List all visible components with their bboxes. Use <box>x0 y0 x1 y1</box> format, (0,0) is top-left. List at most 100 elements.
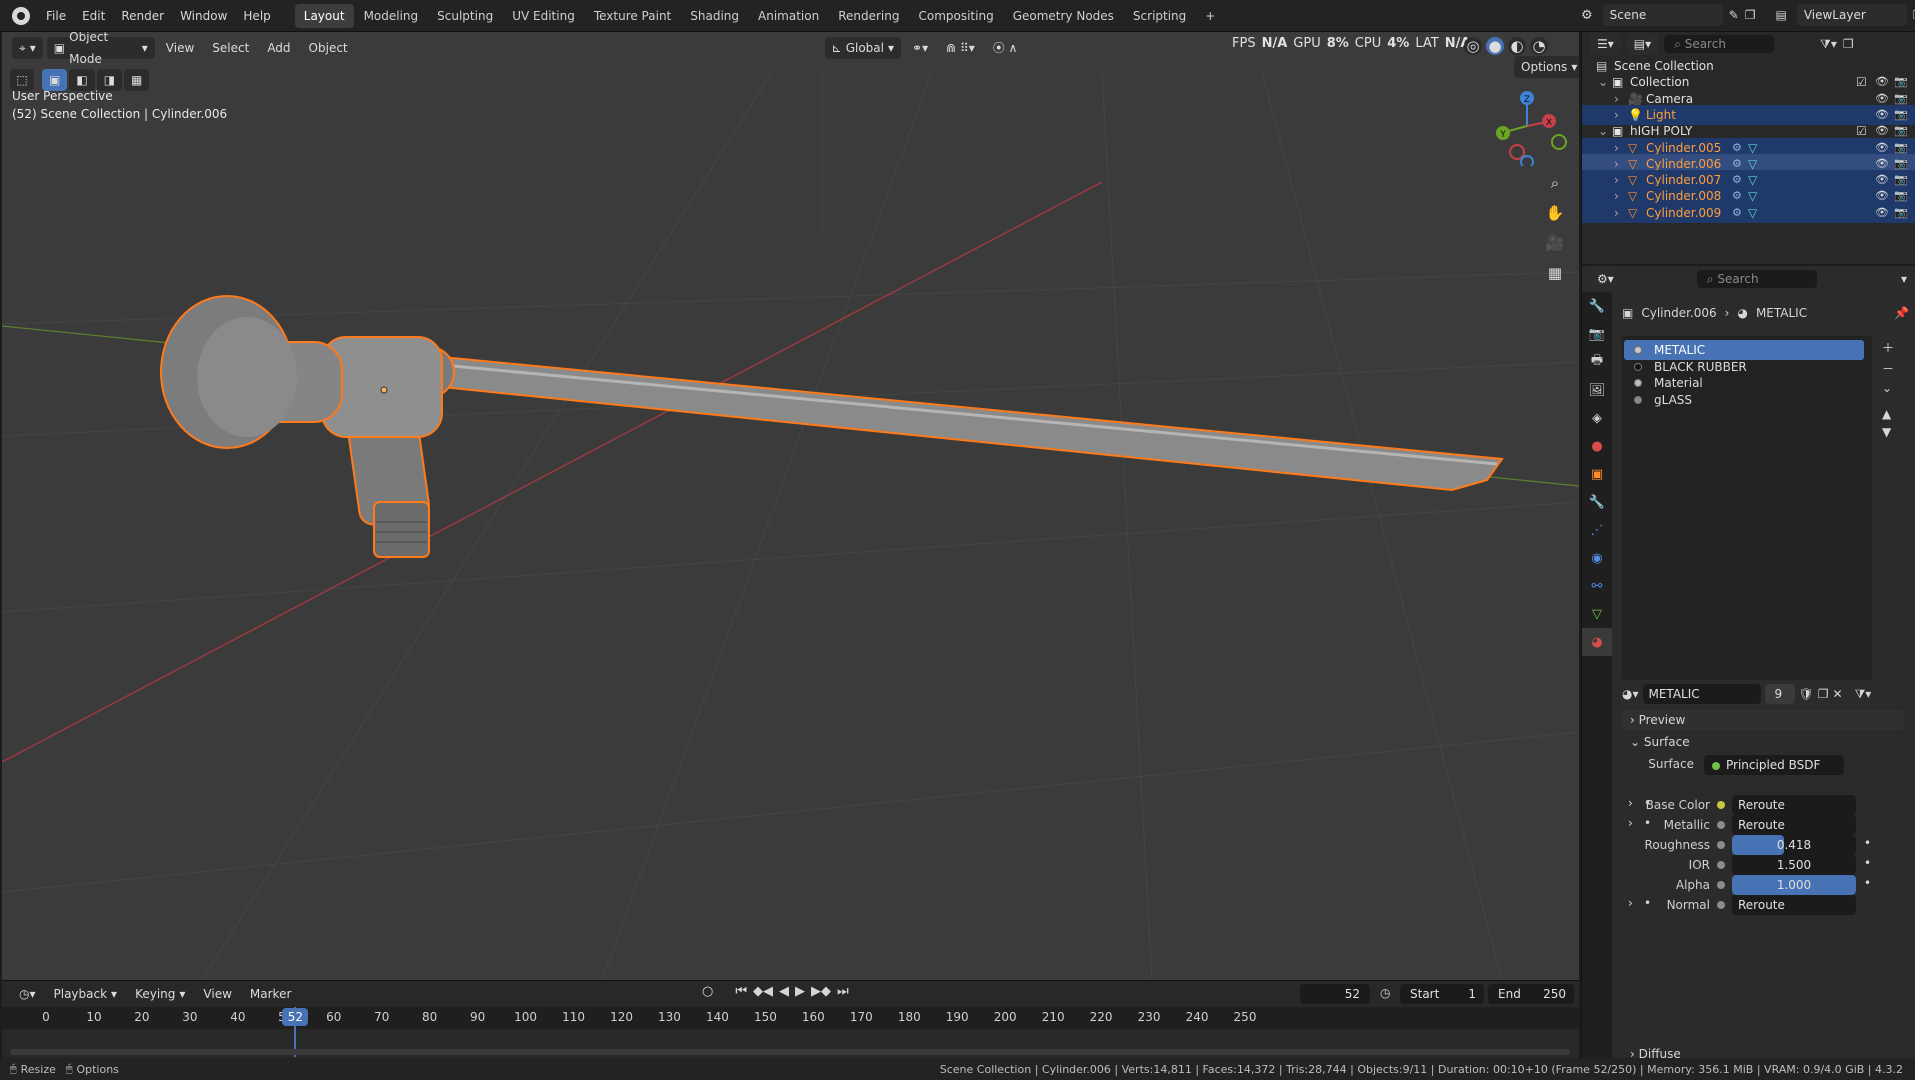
timeline-editor-icon[interactable]: ◷▾ <box>12 983 43 1005</box>
jump-keyframe-back-icon[interactable]: ◆◀ <box>753 984 773 999</box>
rendered-shading-icon[interactable]: ◔ <box>1530 37 1548 55</box>
camera-view-icon[interactable]: 🎥 <box>1542 230 1568 256</box>
timeline-ruler[interactable]: 0102030405060708090100110120130140150160… <box>2 1007 1579 1057</box>
remove-slot-icon[interactable]: － <box>1882 360 1894 377</box>
tab-uv-editing[interactable]: UV Editing <box>503 4 584 28</box>
modifier-tab-icon[interactable]: 🔧 <box>1582 488 1612 516</box>
material-name-field[interactable]: METALIC <box>1642 684 1761 704</box>
keyframe-dot-icon[interactable]: • <box>1864 856 1871 870</box>
3d-viewport[interactable]: ⌖ ▾ ▣ Object Mode ▾ View Select Add Object ⊾ Gl… <box>2 32 1579 980</box>
physics-tab-icon[interactable]: ◉ <box>1582 544 1612 572</box>
outliner-row[interactable]: › ▽ Cylinder.009 👁 📷 ⚙ ▽ <box>1582 202 1915 223</box>
data-tab-icon[interactable]: ▽ <box>1582 600 1612 628</box>
playhead-frame-badge[interactable]: 52 <box>282 1008 309 1026</box>
socket-icon[interactable] <box>1717 841 1725 849</box>
mode-selector[interactable]: ▣ Object Mode ▾ <box>46 32 155 66</box>
input-value-field[interactable]: Reroute <box>1732 795 1856 815</box>
constraints-tab-icon[interactable]: ⚯ <box>1582 572 1612 600</box>
outliner-editor-icon[interactable]: ☰▾ <box>1590 33 1621 55</box>
tab-animation[interactable]: Animation <box>749 4 828 28</box>
surface-panel-header[interactable]: ⌄ Surface <box>1622 732 1904 752</box>
tab-modeling[interactable]: Modeling <box>355 4 428 28</box>
surface-shader-field[interactable]: Principled BSDF <box>1704 755 1844 775</box>
material-tab-icon[interactable]: ◕ <box>1582 628 1612 656</box>
socket-icon[interactable] <box>1717 881 1725 889</box>
tool-tab-icon[interactable]: 🔧 <box>1582 292 1612 320</box>
scene-tab-icon[interactable]: ◈ <box>1582 404 1612 432</box>
new-collection-icon[interactable]: ❐ <box>1843 37 1854 51</box>
jump-start-icon[interactable]: ⏮ <box>735 984 747 999</box>
input-value-field[interactable]: Reroute <box>1732 815 1856 835</box>
jump-keyframe-forward-icon[interactable]: ▶◆ <box>811 984 831 999</box>
timeline-menu-marker[interactable]: Marker <box>243 983 298 1005</box>
select-new-icon[interactable]: ▣ <box>42 69 68 91</box>
play-icon[interactable]: ▶ <box>795 984 805 999</box>
material-filter-icon[interactable]: ⧩▾ <box>1855 687 1872 702</box>
tab-rendering[interactable]: Rendering <box>829 4 908 28</box>
duplicate-material-icon[interactable]: ❐ <box>1818 687 1829 701</box>
auto-keying-icon[interactable]: ○ <box>702 984 713 999</box>
input-value-field[interactable]: 1.000 <box>1732 875 1856 895</box>
editor-type-button[interactable]: ⌖ ▾ <box>12 37 43 59</box>
scene-icon[interactable]: ⚙ <box>1581 8 1593 23</box>
render-camera-icon[interactable]: 📷 <box>1894 203 1908 223</box>
preview-panel-header[interactable]: › Preview <box>1622 710 1904 730</box>
wireframe-shading-icon[interactable]: ◎ <box>1464 37 1482 55</box>
socket-icon[interactable] <box>1717 861 1725 869</box>
menu-render[interactable]: Render <box>113 0 172 32</box>
material-shading-icon[interactable]: ◐ <box>1508 37 1526 55</box>
expand-arrow-icon[interactable]: › <box>1614 203 1619 223</box>
menu-file[interactable]: File <box>38 0 74 32</box>
ortho-grid-icon[interactable]: ▦ <box>1542 260 1568 286</box>
properties-editor-icon[interactable]: ⚙▾ <box>1590 268 1621 290</box>
input-value-field[interactable]: 1.500 <box>1732 855 1856 875</box>
end-frame-field[interactable]: End 250 <box>1488 984 1574 1004</box>
fake-user-icon[interactable]: 🛡 <box>1799 687 1814 701</box>
proportional-edit-icon[interactable]: ⦿ ∧ <box>986 37 1025 59</box>
material-slot[interactable]: gLASS <box>1624 390 1864 410</box>
select-extend-icon[interactable]: ◧ <box>69 69 95 91</box>
particles-tab-icon[interactable]: ⋰ <box>1582 516 1612 544</box>
render-tab-icon[interactable]: 📷 <box>1582 320 1612 348</box>
jump-end-icon[interactable]: ⏭ <box>837 984 849 999</box>
tab-compositing[interactable]: Compositing <box>909 4 1002 28</box>
filter-icon[interactable]: ⧩▾ <box>1820 37 1837 52</box>
preview-range-icon[interactable]: ◷ <box>1380 986 1390 1000</box>
pin-icon[interactable]: 📌 <box>1894 306 1909 320</box>
pan-hand-icon[interactable]: ✋ <box>1542 200 1568 226</box>
viewport-menu-object[interactable]: Object <box>302 37 355 59</box>
select-subtract-icon[interactable]: ◨ <box>96 69 123 91</box>
tab-shading[interactable]: Shading <box>681 4 748 28</box>
start-frame-field[interactable]: Start 1 <box>1400 984 1484 1004</box>
add-slot-icon[interactable]: ＋ <box>1882 339 1894 356</box>
transform-orientation-selector[interactable]: ⊾ Global ▾ <box>824 37 902 59</box>
viewport-menu-add[interactable]: Add <box>260 37 297 59</box>
input-value-field[interactable]: 0.418 <box>1732 835 1856 855</box>
scene-selector[interactable]: Scene <box>1602 4 1723 26</box>
socket-icon[interactable] <box>1717 801 1725 809</box>
snap-icon[interactable]: ⋒ ⠿▾ <box>939 37 982 59</box>
pivot-icon[interactable]: ⚭▾ <box>905 37 935 59</box>
world-tab-icon[interactable]: ● <box>1582 432 1612 460</box>
add-workspace-button[interactable]: + <box>1196 4 1224 28</box>
socket-icon[interactable] <box>1717 901 1725 909</box>
pin-icon[interactable]: ✎ <box>1729 8 1739 22</box>
timeline-menu-view[interactable]: View <box>196 983 238 1005</box>
view-layer-icon[interactable]: ▤ <box>1775 8 1786 22</box>
timeline-menu-playback[interactable]: Playback ▾ <box>47 983 125 1005</box>
slot-specials-icon[interactable]: ⌄ <box>1882 381 1894 395</box>
input-value-field[interactable]: Reroute <box>1732 895 1856 915</box>
solid-shading-icon[interactable]: ● <box>1486 37 1504 55</box>
mesh-data-icon[interactable]: ▽ <box>1748 203 1757 223</box>
tab-texture-paint[interactable]: Texture Paint <box>585 4 680 28</box>
move-down-icon[interactable]: ▼ <box>1882 425 1894 439</box>
properties-search-input[interactable]: ⌕ Search <box>1696 270 1817 288</box>
new-scene-icon[interactable]: ❐ <box>1745 8 1756 22</box>
select-invert-icon[interactable]: ▦ <box>124 69 150 91</box>
viewport-menu-select[interactable]: Select <box>205 37 256 59</box>
outliner-search-input[interactable]: ⌕ Search <box>1664 35 1775 53</box>
current-frame-field[interactable]: 52 <box>1300 984 1370 1004</box>
view-layer-tab-icon[interactable]: 🖼 <box>1582 376 1612 404</box>
tab-layout[interactable]: Layout <box>294 3 354 28</box>
output-tab-icon[interactable]: 🖶 <box>1582 348 1612 376</box>
